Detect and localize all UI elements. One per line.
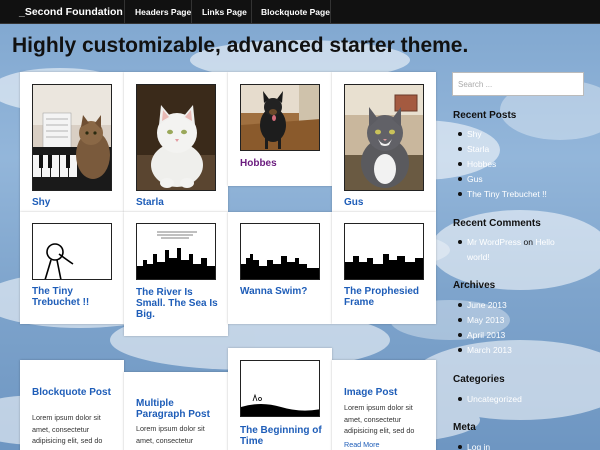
post-tile-hobbes[interactable]: Hobbes (228, 72, 332, 186)
recent-post-link[interactable]: Starla (467, 144, 489, 154)
post-title-link[interactable]: Blockquote Post (32, 387, 117, 398)
post-tile-tiny-trebuchet[interactable]: The Tiny Trebuchet !! (20, 212, 124, 324)
skyline-comic[interactable] (240, 223, 320, 280)
archives-list: June 2013 May 2013 April 2013 March 2013 (458, 298, 512, 358)
hill-comic[interactable] (240, 360, 320, 417)
dog-photo[interactable] (240, 84, 320, 151)
recent-post-link[interactable]: Shy (467, 129, 482, 139)
post-tile-image-post[interactable]: Image Post Lorem ipsum dolor sit amet, c… (332, 360, 436, 450)
archive-link[interactable]: June 2013 (467, 300, 507, 310)
recent-post-link[interactable]: Gus (467, 174, 483, 184)
post-tile-shy[interactable]: Shy (20, 72, 124, 212)
list-item-continued: world! (467, 250, 555, 265)
post-title-link[interactable]: Starla (136, 197, 221, 208)
post-title-link[interactable]: The Prophesied Frame (344, 286, 429, 308)
white-cat-photo[interactable] (136, 84, 216, 191)
recent-post-link[interactable]: Hobbes (467, 159, 496, 169)
list-item[interactable]: Starla (458, 142, 547, 157)
comment-author-link[interactable]: Mr WordPress (467, 237, 521, 247)
cat-at-piano-photo[interactable] (32, 84, 112, 191)
post-title-link[interactable]: Wanna Swim? (240, 286, 325, 297)
post-tile-gus[interactable]: Gus (332, 72, 436, 212)
archive-link[interactable]: March 2013 (467, 345, 512, 355)
list-item[interactable]: Log in (457, 440, 490, 450)
recent-posts-list: Shy Starla Hobbes Gus The Tiny Trebuchet… (458, 127, 547, 202)
meta-list: Log in (457, 440, 490, 450)
stick-figure-comic[interactable] (32, 223, 112, 280)
recent-post-link[interactable]: The Tiny Trebuchet !! (467, 189, 547, 199)
gray-cat-photo[interactable] (344, 84, 424, 191)
widget-title-meta: Meta (453, 422, 476, 433)
post-tile-wanna-swim[interactable]: Wanna Swim? (228, 212, 332, 324)
widget-title-archives: Archives (453, 280, 496, 291)
post-title-link[interactable]: The Tiny Trebuchet !! (32, 286, 117, 308)
post-excerpt: Lorem ipsum dolor sit amet, consectetur (136, 424, 205, 445)
list-item[interactable]: Gus (458, 172, 547, 187)
post-title-link[interactable]: The River Is Small. The Sea Is Big. (136, 287, 221, 320)
widget-title-recent-posts: Recent Posts (453, 110, 517, 121)
post-title-link[interactable]: Shy (32, 197, 117, 208)
skyline-comic[interactable] (344, 223, 424, 280)
comment-post-link[interactable]: world! (467, 252, 490, 262)
widget-title-recent-comments: Recent Comments (453, 218, 541, 229)
login-link[interactable]: Log in (467, 442, 490, 450)
archive-link[interactable]: April 2013 (467, 330, 505, 340)
recent-comments-list: Mr WordPress on Hello world! (458, 235, 555, 265)
post-title-link[interactable]: Image Post (344, 387, 429, 398)
nav-divider (191, 0, 192, 24)
post-excerpt: Lorem ipsum dolor sit amet, consectetur … (344, 403, 415, 435)
nav-divider (330, 0, 331, 24)
comment-post-link[interactable]: Hello (535, 237, 554, 247)
post-tile-prophesied-frame[interactable]: The Prophesied Frame (332, 212, 436, 324)
list-item[interactable]: Uncategorized (458, 392, 522, 407)
post-tile-river-sea[interactable]: The River Is Small. The Sea Is Big. (124, 212, 228, 336)
post-title-link[interactable]: The Beginning of Time (240, 425, 325, 447)
categories-list: Uncategorized (458, 392, 522, 407)
read-more-link[interactable]: Read More (344, 440, 380, 449)
site-tagline: Highly customizable, advanced starter th… (12, 34, 469, 57)
list-item[interactable]: Shy (458, 127, 547, 142)
post-tile-starla[interactable]: Starla (124, 72, 228, 212)
post-excerpt: Lorem ipsum dolor sit amet, consectetur … (32, 413, 103, 445)
list-item[interactable]: Hobbes (458, 157, 547, 172)
list-item[interactable]: May 2013 (458, 313, 512, 328)
nav-divider (124, 0, 125, 24)
list-item[interactable]: June 2013 (458, 298, 512, 313)
list-item[interactable]: March 2013 (458, 343, 512, 358)
widget-title-categories: Categories (453, 374, 505, 385)
post-tile-blockquote[interactable]: Blockquote Post Lorem ipsum dolor sit am… (20, 360, 124, 450)
post-title-link[interactable]: Hobbes (240, 158, 325, 169)
post-title-link[interactable]: Gus (344, 197, 429, 208)
skyline-comic[interactable] (136, 223, 216, 280)
nav-headers-page[interactable]: Headers Page (135, 0, 191, 24)
list-item: Mr WordPress on Hello (458, 235, 555, 250)
post-tile-multiple-paragraph[interactable]: Multiple Paragraph Post Lorem ipsum dolo… (124, 372, 228, 450)
top-navigation-bar: _Second Foundation Headers Page Links Pa… (0, 0, 600, 24)
post-tile-beginning-of-time[interactable]: The Beginning of Time (228, 348, 332, 450)
nav-divider (251, 0, 252, 24)
nav-blockquote-page[interactable]: Blockquote Page (261, 0, 330, 24)
site-title-link[interactable]: _Second Foundation (19, 0, 123, 24)
list-item[interactable]: The Tiny Trebuchet !! (458, 187, 547, 202)
comment-on-text: on (523, 237, 533, 247)
archive-link[interactable]: May 2013 (467, 315, 504, 325)
post-title-link[interactable]: Multiple Paragraph Post (136, 398, 224, 420)
search-input[interactable] (452, 72, 584, 96)
category-link[interactable]: Uncategorized (467, 394, 522, 404)
nav-links-page[interactable]: Links Page (202, 0, 247, 24)
list-item[interactable]: April 2013 (458, 328, 512, 343)
